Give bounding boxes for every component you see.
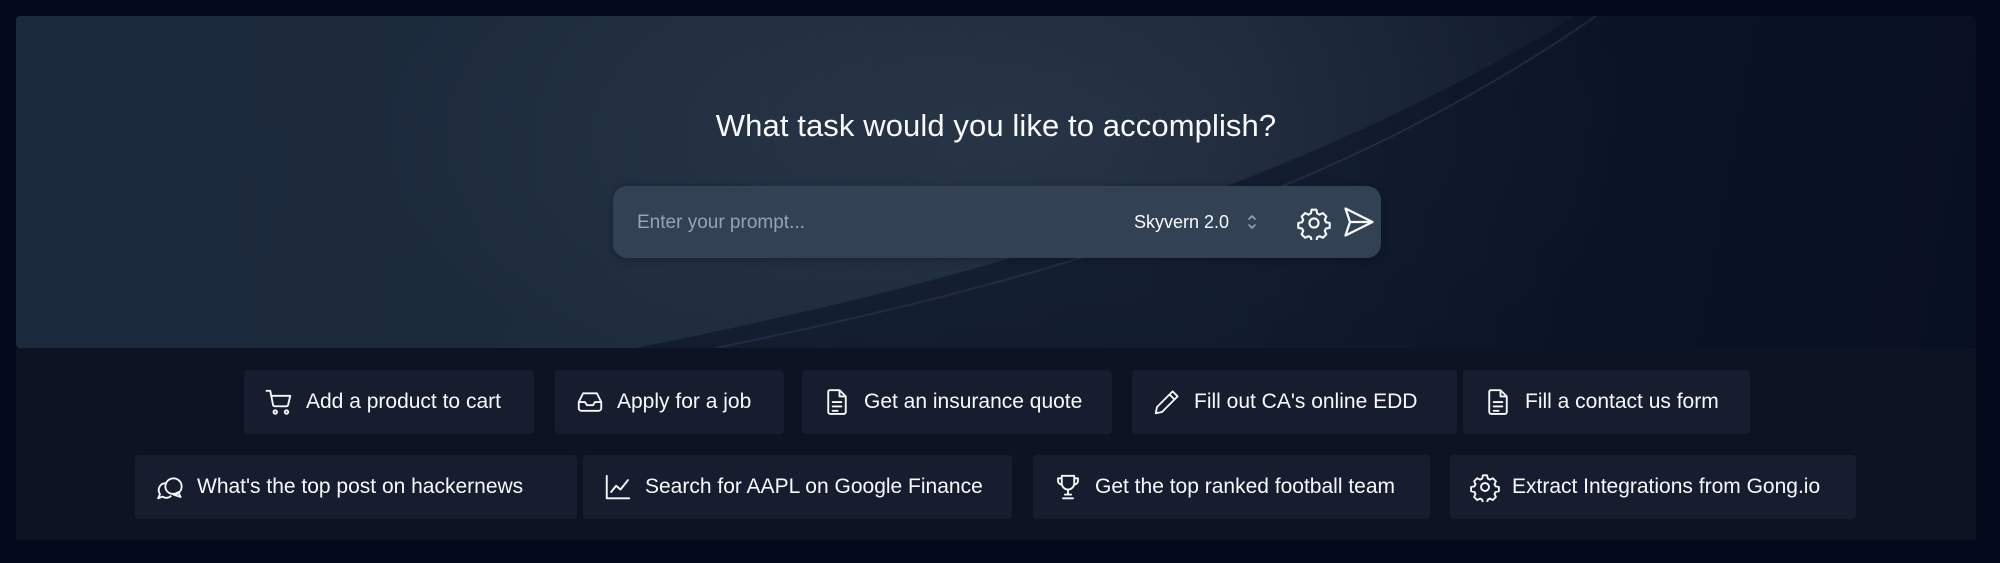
suggestion-label: Get the top ranked football team [1095,475,1396,498]
suggestion-google-finance[interactable]: Search for AAPL on Google Finance [583,455,1012,519]
suggestion-label: Extract Integrations from Gong.io [1512,475,1821,498]
prompt-bar: Skyvern 2.0 [613,186,1381,258]
pencil-icon [1154,390,1179,415]
model-select[interactable]: Skyvern 2.0 [1113,204,1273,240]
send-icon[interactable] [1341,204,1377,240]
cart-icon [265,389,292,415]
suggestion-label: Fill out CA's online EDD [1194,390,1418,413]
gear-icon [1470,474,1500,502]
settings-gear-icon[interactable] [1297,206,1331,240]
suggestions-panel: Add a product to cart Apply for a job Ge… [16,348,1976,540]
suggestion-label: Fill a contact us form [1525,390,1719,413]
document-icon [1488,389,1508,415]
suggestion-add-product-to-cart[interactable]: Add a product to cart [244,370,534,434]
page: What task would you like to accomplish? … [0,0,2000,563]
prompt-input[interactable] [635,204,1109,242]
suggestion-contact-form[interactable]: Fill a contact us form [1463,370,1750,434]
suggestion-gong-integrations[interactable]: Extract Integrations from Gong.io [1450,455,1856,519]
suggestion-label: Get an insurance quote [864,390,1083,413]
model-select-label: Skyvern 2.0 [1134,211,1230,232]
suggestion-apply-for-job[interactable]: Apply for a job [555,370,784,434]
suggestion-label: What's the top post on hackernews [197,475,524,498]
hero-panel: What task would you like to accomplish? … [16,16,1976,348]
suggestion-ca-edd[interactable]: Fill out CA's online EDD [1132,370,1457,434]
suggestion-insurance-quote[interactable]: Get an insurance quote [802,370,1112,434]
page-title: What task would you like to accomplish? [715,108,1277,143]
line-chart-icon [605,474,631,500]
hero-background-swoosh [636,16,1976,348]
inbox-icon [577,392,603,412]
suggestion-label: Search for AAPL on Google Finance [645,475,983,498]
chevron-up-down-icon [1248,215,1256,229]
suggestion-label: Add a product to cart [306,390,501,413]
chat-bubbles-icon [157,477,183,500]
suggestion-football-team[interactable]: Get the top ranked football team [1033,455,1430,519]
suggestion-hackernews[interactable]: What's the top post on hackernews [135,455,577,519]
trophy-icon [1057,474,1079,500]
document-icon [827,389,847,415]
suggestion-label: Apply for a job [617,390,752,413]
